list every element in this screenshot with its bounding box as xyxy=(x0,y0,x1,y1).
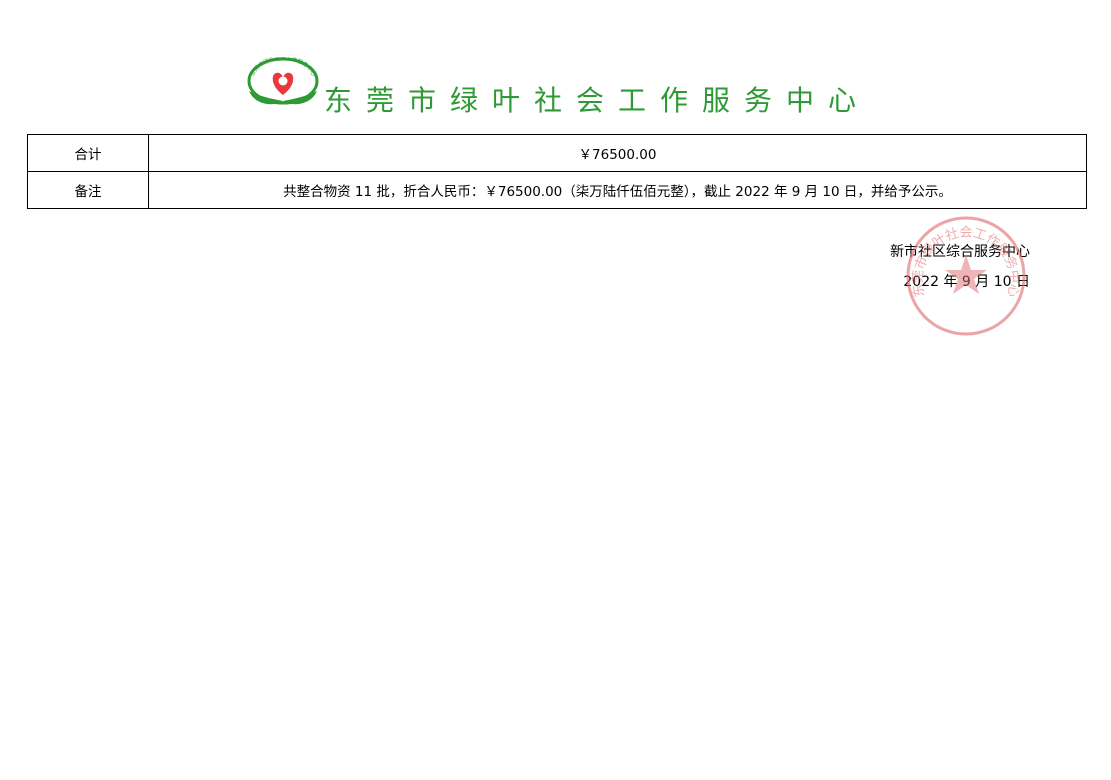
total-value: ￥76500.00 xyxy=(148,134,1087,172)
green-leaf-heart-logo-icon: 东莞市绿叶社会工作服务中心 xyxy=(247,57,319,105)
summary-table: 合计 ￥76500.00 备注 共整合物资 11 批，折合人民币：￥76500.… xyxy=(27,134,1087,209)
total-label: 合计 xyxy=(27,134,149,172)
table-row: 备注 共整合物资 11 批，折合人民币：￥76500.00（柒万陆仟伍佰元整），… xyxy=(27,171,1087,209)
table-row: 合计 ￥76500.00 xyxy=(27,134,1087,172)
remark-label: 备注 xyxy=(27,171,149,209)
organization-title: 东莞市绿叶社会工作服务中心 xyxy=(324,84,871,117)
document-header: 东莞市绿叶社会工作服务中心 东莞市绿叶社会工作服务中心 xyxy=(0,55,1111,125)
red-official-seal-icon: 东莞市绿叶社会工作服务中心 xyxy=(906,216,1026,336)
remark-value: 共整合物资 11 批，折合人民币：￥76500.00（柒万陆仟伍佰元整），截止 … xyxy=(148,171,1087,209)
